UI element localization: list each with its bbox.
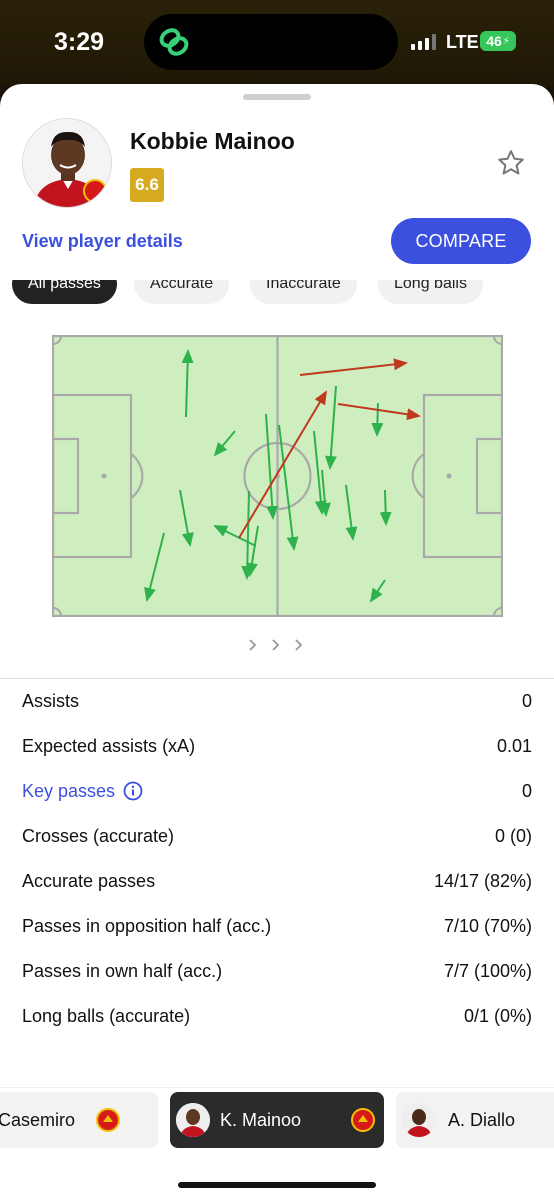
pass-arrow-accurate	[371, 402, 384, 437]
chip-accurate[interactable]: Accurate	[134, 280, 230, 304]
stat-value: 14/17 (82%)	[433, 870, 532, 891]
compare-button[interactable]: COMPARE	[391, 218, 531, 264]
rating-badge: 6.6	[130, 168, 164, 202]
stat-value: 0 (0)	[494, 825, 532, 846]
status-bar: 3:29 LTE 46 ⚡	[0, 0, 554, 86]
chip-long-balls[interactable]: Long balls	[378, 280, 483, 304]
pass-arrow-accurate	[379, 489, 392, 526]
stat-label: Crosses (accurate)	[22, 825, 175, 846]
stat-label: Assists	[22, 690, 80, 711]
link-app-icon	[159, 28, 189, 56]
pass-map	[52, 335, 503, 617]
pager-chevrons[interactable]	[244, 634, 310, 656]
stat-opposition-half: Passes in opposition half (acc.) 7/10 (7…	[22, 911, 532, 941]
stat-long-balls: Long balls (accurate) 0/1 (0%)	[22, 1001, 532, 1031]
home-indicator	[178, 1182, 376, 1188]
stat-value: 0	[521, 780, 532, 801]
player-sheet: Kobbie Mainoo 6.6 View player details CO…	[0, 84, 554, 1200]
dynamic-island	[144, 14, 398, 70]
info-icon[interactable]	[123, 781, 143, 801]
stat-label: Passes in opposition half (acc.)	[22, 915, 272, 936]
stat-label: Long balls (accurate)	[22, 1005, 191, 1026]
stat-label: Expected assists (xA)	[22, 735, 196, 756]
player-card-name: K. Mainoo	[220, 1109, 302, 1130]
stat-label: Key passes	[22, 780, 116, 801]
club-crest-icon	[351, 1108, 375, 1132]
key-passes-link[interactable]: Key passes	[22, 781, 143, 802]
pass-filter-chips: All passes Accurate Inaccurate Long ball…	[0, 280, 554, 308]
player-card-casemiro[interactable]: Casemiro	[0, 1092, 158, 1148]
signal-icon	[411, 34, 436, 50]
sheet-grabber[interactable]	[243, 94, 311, 100]
player-mini-avatar	[176, 1103, 210, 1137]
player-card-mainoo[interactable]: K. Mainoo	[170, 1092, 384, 1148]
player-name: Kobbie Mainoo	[130, 128, 295, 154]
player-photo	[23, 119, 111, 207]
stat-value: 0.01	[496, 735, 532, 756]
stat-accurate-passes: Accurate passes 14/17 (82%)	[22, 866, 532, 896]
view-player-details-link[interactable]: View player details	[22, 231, 183, 252]
player-card-name: A. Diallo	[448, 1109, 516, 1130]
stat-value: 7/10 (70%)	[443, 915, 532, 936]
stat-own-half: Passes in own half (acc.) 7/7 (100%)	[22, 956, 532, 986]
player-avatar	[22, 118, 112, 208]
network-type: LTE	[446, 32, 479, 52]
battery-level: 46	[486, 33, 502, 49]
player-card-diallo[interactable]: A. Diallo	[396, 1092, 554, 1148]
stat-assists: Assists 0	[22, 686, 532, 716]
stat-label: Accurate passes	[22, 870, 156, 891]
stat-key-passes: Key passes 0	[22, 776, 532, 806]
stat-crosses: Crosses (accurate) 0 (0)	[22, 821, 532, 851]
stat-value: 0/1 (0%)	[463, 1005, 532, 1026]
chip-inaccurate[interactable]: Inaccurate	[250, 280, 357, 304]
stat-value: 0	[521, 690, 532, 711]
divider	[0, 678, 554, 679]
battery-icon: 46 ⚡	[480, 31, 516, 51]
stat-value: 7/7 (100%)	[443, 960, 532, 981]
stat-label: Passes in own half (acc.)	[22, 960, 223, 981]
stat-expected-assists: Expected assists (xA) 0.01	[22, 731, 532, 761]
status-time: 3:29	[54, 28, 105, 56]
chip-all-passes[interactable]: All passes	[12, 280, 117, 304]
player-mini-avatar	[402, 1103, 436, 1137]
player-card-name: Casemiro	[0, 1109, 76, 1130]
club-crest-icon	[96, 1108, 121, 1132]
star-icon[interactable]	[496, 148, 526, 178]
